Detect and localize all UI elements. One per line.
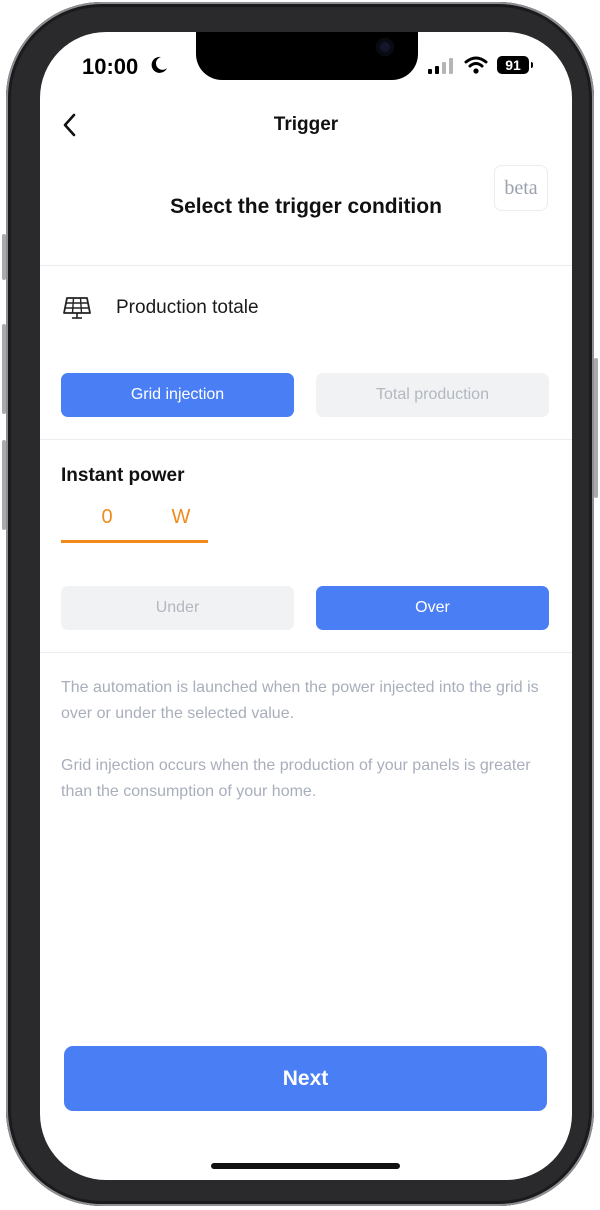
notch (196, 32, 418, 80)
battery-indicator: 91 (497, 56, 529, 74)
over-button[interactable]: Over (316, 586, 549, 630)
app-screen: 10:00 91 Trigger beta Select the trigger… (40, 32, 572, 1180)
divider (40, 439, 572, 440)
divider (40, 265, 572, 266)
wifi-icon (464, 56, 488, 74)
front-camera-icon (376, 38, 394, 56)
trigger-heading: Select the trigger condition (170, 195, 442, 218)
power-input-underline (61, 540, 208, 543)
power-unit: W (171, 506, 191, 528)
volume-up-button (2, 324, 6, 414)
description-text: The automation is launched when the powe… (61, 679, 539, 722)
device-name: Production totale (116, 297, 259, 318)
page-title: Trigger (273, 114, 339, 135)
status-time: 10:00 (82, 54, 139, 79)
battery-tip (531, 62, 533, 68)
moon-icon (151, 56, 167, 73)
solar-panel-icon (63, 297, 91, 319)
volume-down-button (2, 440, 6, 530)
divider (40, 652, 572, 653)
phone-frame: 10:00 91 Trigger beta Select the trigger… (2, 2, 598, 1206)
under-button[interactable]: Under (61, 586, 294, 630)
next-button[interactable]: Next (64, 1046, 547, 1111)
description-text: Grid injection occurs when the productio… (61, 757, 531, 800)
total-production-button[interactable]: Total production (316, 373, 549, 417)
home-indicator (211, 1163, 400, 1169)
action-button (2, 234, 6, 280)
instant-power-label: Instant power (61, 465, 185, 486)
signal-icon (428, 58, 453, 74)
power-value-input[interactable]: 0 (92, 506, 122, 529)
grid-injection-button[interactable]: Grid injection (61, 373, 294, 417)
power-button (594, 358, 598, 498)
